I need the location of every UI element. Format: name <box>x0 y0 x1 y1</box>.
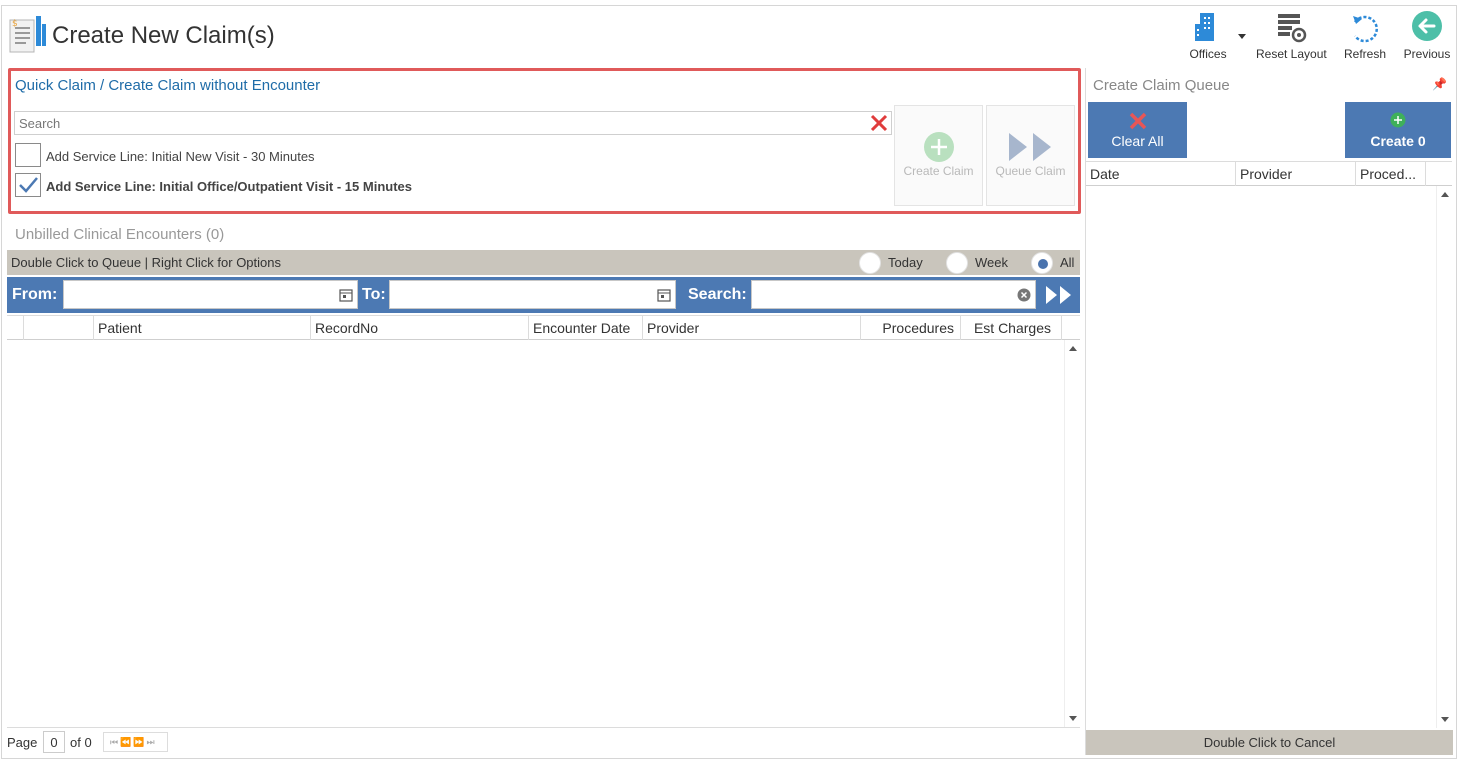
pager-page-label: Page <box>7 735 38 750</box>
back-arrow-icon <box>1412 11 1442 41</box>
offices-building-icon <box>1195 13 1214 41</box>
from-date-input[interactable] <box>64 281 357 308</box>
service-line-label-2: Add Service Line: Initial Office/Outpati… <box>46 179 412 194</box>
range-all-radio[interactable] <box>1031 252 1053 274</box>
queue-grid-body[interactable] <box>1086 186 1452 728</box>
create-claim-button[interactable]: Create Claim <box>894 105 983 206</box>
create-plus-icon <box>1390 112 1406 128</box>
queue-scroll-up-icon[interactable] <box>1441 192 1449 197</box>
column-header-procedures[interactable]: Procedures <box>861 316 961 340</box>
scroll-up-icon[interactable] <box>1069 346 1077 351</box>
service-line-label-1: Add Service Line: Initial New Visit - 30… <box>46 149 315 164</box>
page-title: Create New Claim(s) <box>52 22 275 49</box>
queue-column-provider[interactable]: Provider <box>1236 162 1356 186</box>
encounter-search-input[interactable] <box>752 281 1035 308</box>
service-line-checkbox-2[interactable] <box>15 173 41 197</box>
quick-claim-search-input[interactable] <box>15 112 855 134</box>
service-line-checkbox-1[interactable] <box>15 143 41 167</box>
range-week-radio[interactable] <box>946 252 968 274</box>
range-today-label: Today <box>888 255 923 270</box>
search-label: Search: <box>688 286 747 303</box>
encounters-grid-header: Patient RecordNo Encounter Date Provider… <box>7 315 1080 340</box>
queue-footer-hint: Double Click to Cancel <box>1086 730 1453 755</box>
encounters-vertical-scrollbar[interactable] <box>1064 340 1080 727</box>
reset-layout-icon <box>1278 14 1307 43</box>
column-header-patient[interactable]: Patient <box>94 316 311 340</box>
from-label: From: <box>12 286 58 303</box>
unbilled-hint-bar: Double Click to Queue | Right Click for … <box>7 250 1080 275</box>
create-queued-label: Create 0 <box>1370 133 1426 149</box>
to-date-field <box>389 280 676 309</box>
column-header-select <box>24 316 94 340</box>
checkmark-icon <box>19 177 38 193</box>
range-week-label: Week <box>975 255 1008 270</box>
refresh-button[interactable]: Refresh <box>1340 8 1390 64</box>
column-header-est-charges[interactable]: Est Charges <box>961 316 1062 340</box>
to-date-input[interactable] <box>390 281 675 308</box>
refresh-icon <box>1353 15 1378 43</box>
column-header-provider[interactable]: Provider <box>643 316 861 340</box>
unbilled-encounters-title: Unbilled Clinical Encounters (0) <box>15 226 225 243</box>
clear-all-button[interactable]: Clear All <box>1088 102 1187 158</box>
queue-scroll-down-icon[interactable] <box>1441 717 1449 722</box>
refresh-label: Refresh <box>1343 47 1387 61</box>
column-header-encounter-date[interactable]: Encounter Date <box>529 316 643 340</box>
reset-layout-label: Reset Layout <box>1256 47 1327 61</box>
claims-app-icon: $ <box>8 14 48 56</box>
column-header-recordno[interactable]: RecordNo <box>311 316 529 340</box>
offices-dropdown-icon[interactable] <box>1238 34 1246 39</box>
previous-button[interactable]: Previous <box>1401 8 1453 64</box>
column-header-indicator <box>7 316 24 340</box>
double-arrow-icon <box>1009 133 1051 161</box>
from-date-field <box>63 280 358 309</box>
unbilled-hint-text: Double Click to Queue | Right Click for … <box>11 255 281 270</box>
previous-label: Previous <box>1403 47 1451 61</box>
queue-claim-label: Queue Claim <box>995 164 1066 178</box>
pager-of-label: of 0 <box>70 735 92 750</box>
queue-vertical-scrollbar[interactable] <box>1436 186 1452 728</box>
encounters-grid-body[interactable] <box>7 340 1080 728</box>
clear-all-x-icon <box>1129 112 1147 130</box>
encounters-pager: Page 0 of 0 ⏮⏪⏩⏭ <box>7 731 1080 755</box>
queue-claim-button[interactable]: Queue Claim <box>986 105 1075 206</box>
queue-grid-header: Date Provider Proced... <box>1086 161 1452 186</box>
queue-all-arrow-icon[interactable] <box>1045 285 1075 305</box>
encounter-filter-bar: From: To: Search: <box>7 277 1080 313</box>
pager-page-input[interactable]: 0 <box>43 731 65 753</box>
quick-claim-search-box <box>14 111 892 135</box>
from-calendar-icon[interactable] <box>339 288 353 302</box>
pin-icon[interactable]: 📌 <box>1432 77 1447 91</box>
queue-column-date[interactable]: Date <box>1086 162 1236 186</box>
clear-search-circle-icon[interactable] <box>1017 288 1031 302</box>
svg-text:$: $ <box>12 19 18 29</box>
clear-search-icon[interactable] <box>869 113 889 133</box>
offices-button[interactable]: Offices <box>1183 8 1233 64</box>
queue-column-procedures[interactable]: Proced... <box>1356 162 1426 186</box>
encounter-search-field <box>751 280 1036 309</box>
claim-queue-title: Create Claim Queue <box>1093 77 1230 94</box>
pager-navigation-icons[interactable]: ⏮⏪⏩⏭ <box>103 732 168 752</box>
offices-label: Offices <box>1189 47 1227 61</box>
clear-all-label: Clear All <box>1111 133 1164 149</box>
range-today-radio[interactable] <box>859 252 881 274</box>
scroll-down-icon[interactable] <box>1069 716 1077 721</box>
create-queued-claims-button[interactable]: Create 0 <box>1345 102 1451 158</box>
range-all-label: All <box>1060 255 1075 270</box>
to-label: To: <box>362 286 386 303</box>
to-calendar-icon[interactable] <box>657 288 671 302</box>
plus-circle-icon <box>924 132 954 162</box>
reset-layout-button[interactable]: Reset Layout <box>1256 8 1327 64</box>
create-claim-label: Create Claim <box>903 164 974 178</box>
quick-claim-title[interactable]: Quick Claim / Create Claim without Encou… <box>15 77 320 94</box>
